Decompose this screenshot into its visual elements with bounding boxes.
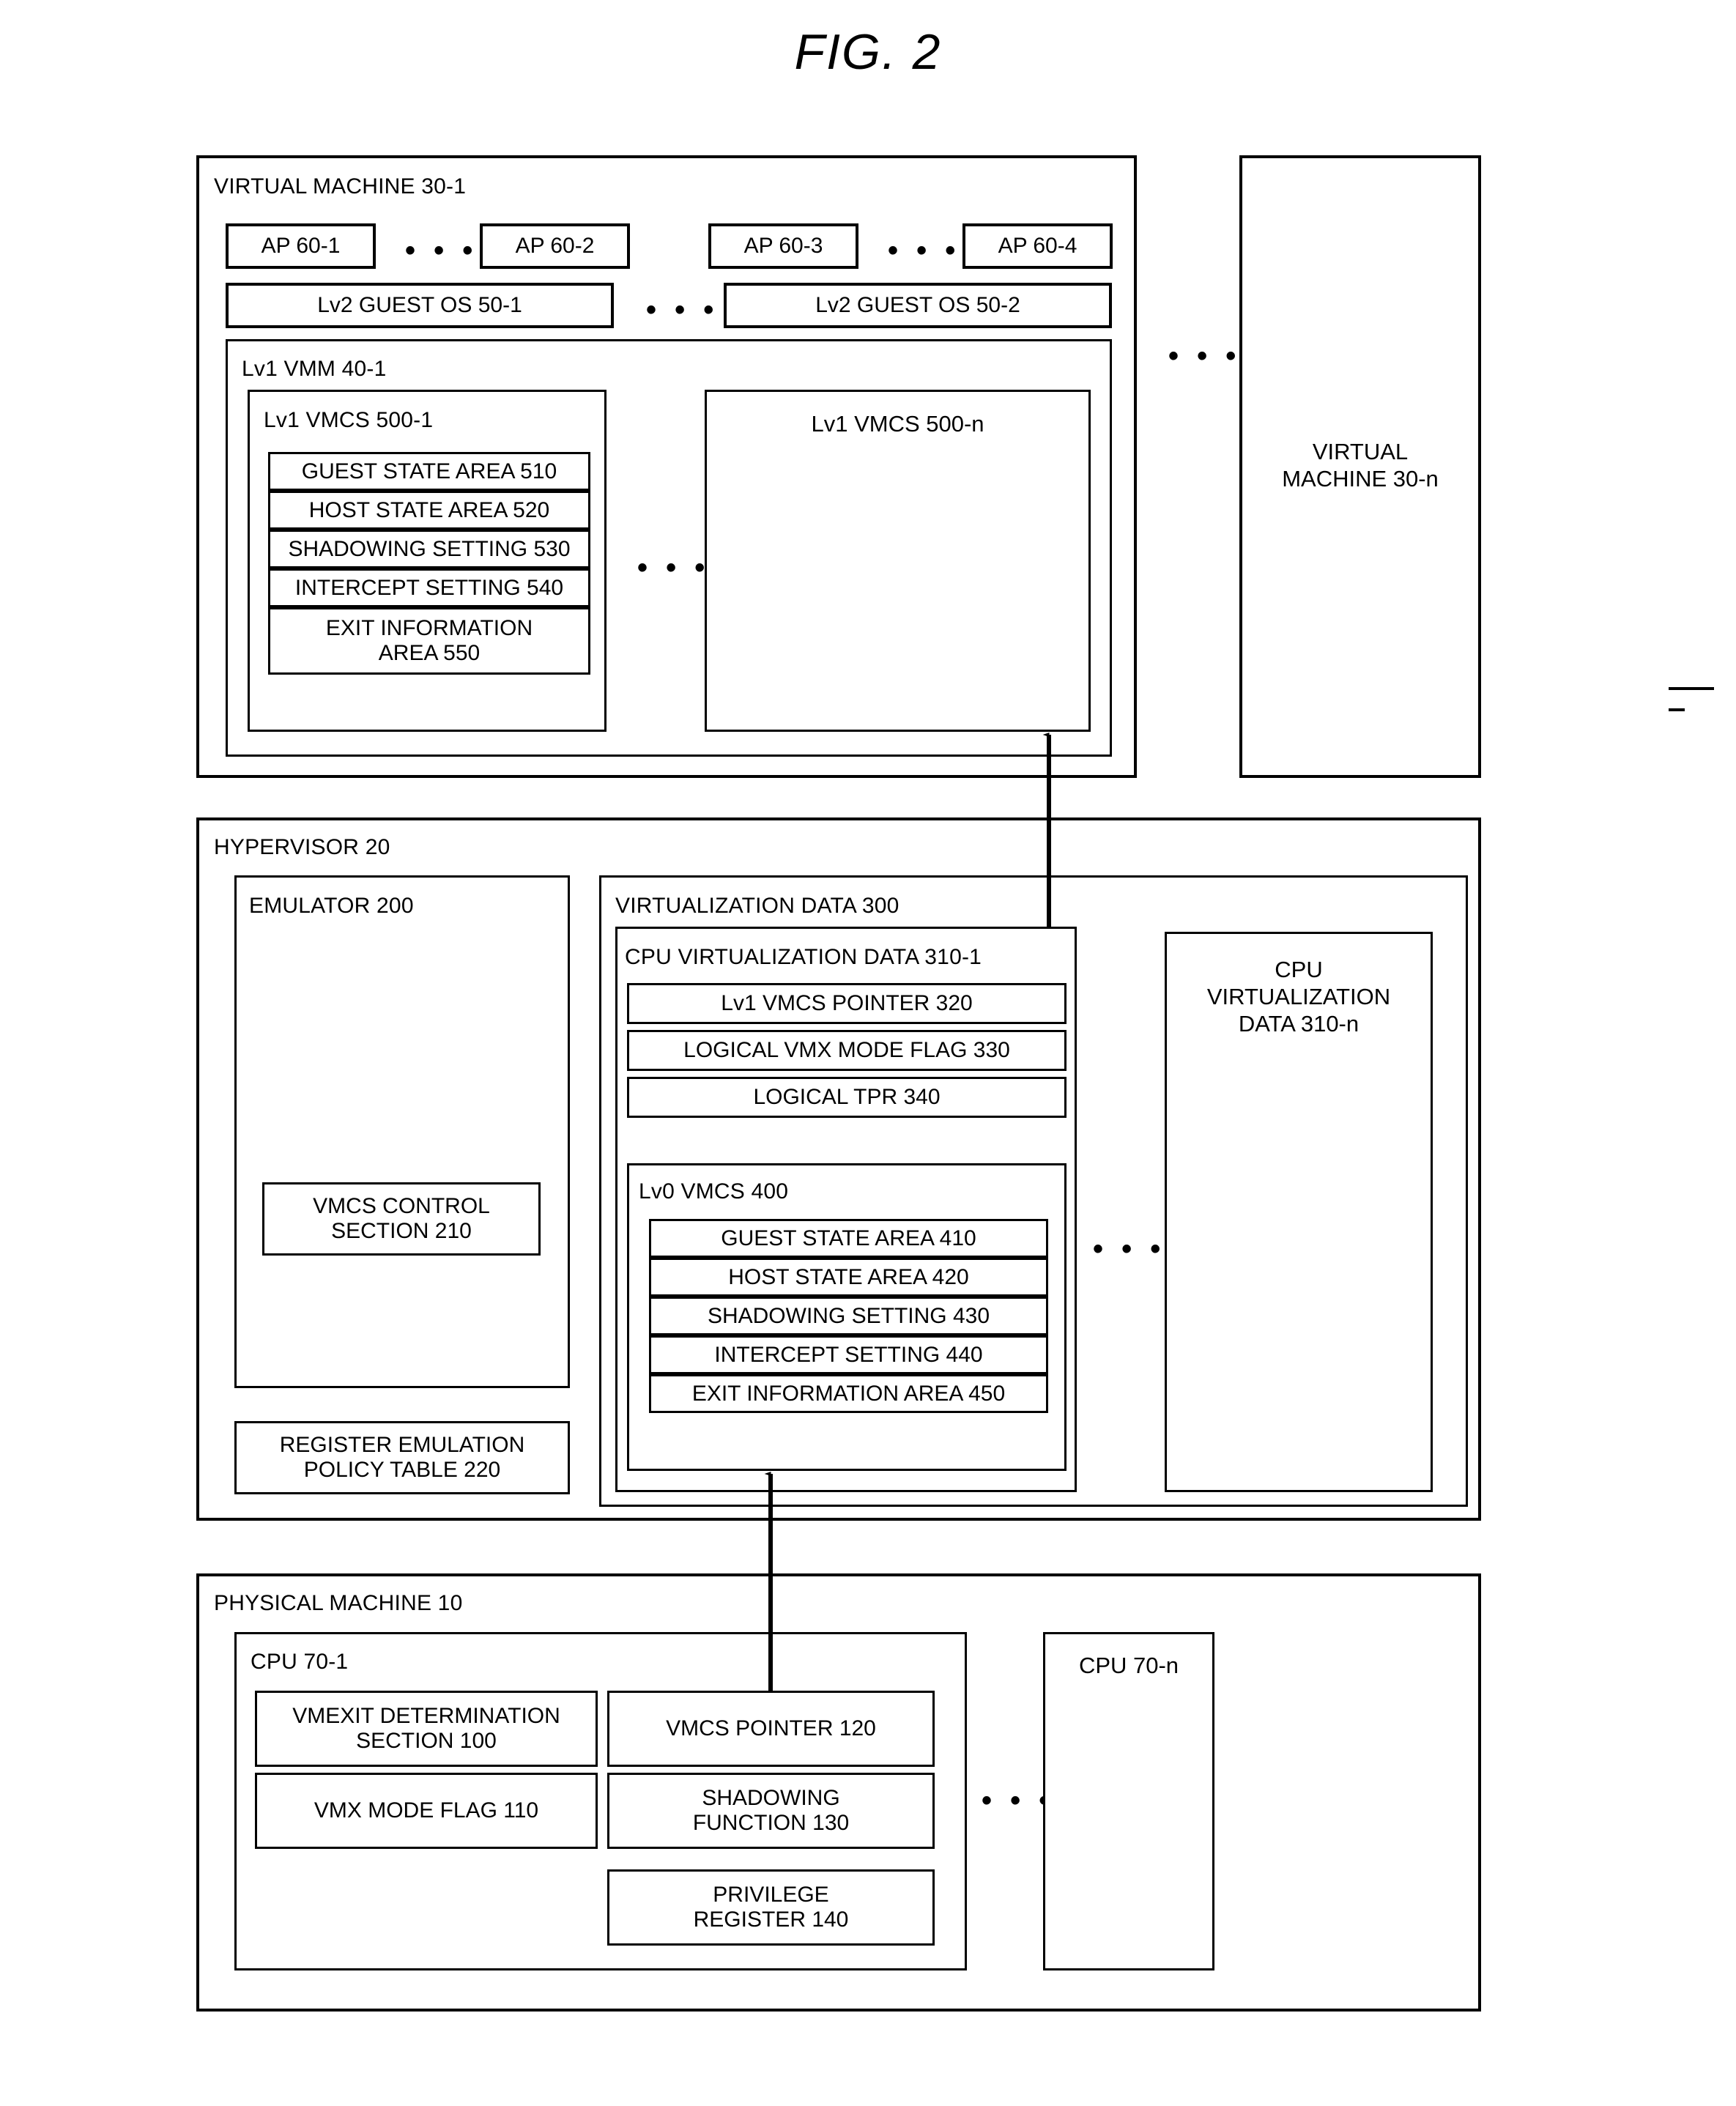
ap-60-2-box: AP 60-2	[480, 223, 630, 269]
cpu-70-1-label: CPU 70-1	[251, 1650, 349, 1674]
shadowing-function-130-box: SHADOWING FUNCTION 130	[607, 1773, 935, 1849]
logical-vmx-mode-flag-330-box: LOGICAL VMX MODE FLAG 330	[627, 1030, 1067, 1071]
logical-tpr-340-box: LOGICAL TPR 340	[627, 1077, 1067, 1118]
vmcs-pointer-120-box: VMCS POINTER 120	[607, 1691, 935, 1767]
ap-60-3-box: AP 60-3	[708, 223, 858, 269]
guest-os-row-ellipsis: • • •	[646, 294, 719, 326]
cpu-virtualization-data-ellipsis: • • •	[1093, 1233, 1166, 1265]
lv1-vmcs-ellipsis: • • •	[637, 552, 711, 584]
host-state-area-420-box: HOST STATE AREA 420	[649, 1258, 1048, 1297]
intercept-setting-540-box: INTERCEPT SETTING 540	[268, 568, 590, 607]
guest-state-area-410-box: GUEST STATE AREA 410	[649, 1219, 1048, 1258]
app-row-ellipsis-1: • • •	[405, 234, 478, 267]
cpu-70-n-label: CPU 70-n	[1078, 1653, 1179, 1678]
app-row-ellipsis-2: • • •	[888, 234, 961, 267]
virtualization-data-300-label: VIRTUALIZATION DATA 300	[615, 894, 899, 918]
emulator-container	[234, 875, 570, 1388]
guest-state-area-510-box: GUEST STATE AREA 510	[268, 452, 590, 491]
register-emulation-policy-table-220-box: REGISTER EMULATION POLICY TABLE 220	[234, 1421, 570, 1494]
lv1-vmcs-500-1-label: Lv1 VMCS 500-1	[264, 408, 434, 432]
exit-information-area-450-box: EXIT INFORMATION AREA 450	[649, 1374, 1048, 1413]
virtual-machine-30-n-label: VIRTUAL MACHINE 30-n	[1282, 439, 1439, 492]
figure-title: FIG. 2	[794, 24, 942, 80]
host-state-area-520-box: HOST STATE AREA 520	[268, 491, 590, 530]
exit-information-area-550-box: EXIT INFORMATION AREA 550	[268, 607, 590, 675]
vmx-mode-flag-110-box: VMX MODE FLAG 110	[255, 1773, 598, 1849]
page-edge-tick-short	[1669, 708, 1685, 711]
page-edge-tick-long	[1669, 687, 1714, 690]
shadowing-setting-530-box: SHADOWING SETTING 530	[268, 530, 590, 568]
virtual-machine-row-ellipsis: • • •	[1168, 340, 1242, 372]
lv1-vmcs-500-n-label: Lv1 VMCS 500-n	[811, 411, 984, 437]
vmcs-control-section-210-box: VMCS CONTROL SECTION 210	[262, 1182, 541, 1256]
ap-60-4-box: AP 60-4	[962, 223, 1113, 269]
intercept-setting-440-box: INTERCEPT SETTING 440	[649, 1335, 1048, 1374]
lv1-vmcs-500-n-container	[705, 390, 1091, 732]
physical-machine-label: PHYSICAL MACHINE 10	[214, 1591, 463, 1615]
lv2-guest-os-50-1-box: Lv2 GUEST OS 50-1	[226, 283, 614, 328]
lv1-vmm-40-1-label: Lv1 VMM 40-1	[242, 357, 387, 381]
emulator-label: EMULATOR 200	[249, 894, 414, 918]
ap-60-1-box: AP 60-1	[226, 223, 376, 269]
privilege-register-140-box: PRIVILEGE REGISTER 140	[607, 1869, 935, 1946]
vmexit-determination-section-100-box: VMEXIT DETERMINATION SECTION 100	[255, 1691, 598, 1767]
lv2-guest-os-50-2-box: Lv2 GUEST OS 50-2	[724, 283, 1112, 328]
virtual-machine-30-1-label: VIRTUAL MACHINE 30-1	[214, 174, 467, 199]
cpu-virtualization-data-310-n-label: CPU VIRTUALIZATION DATA 310-n	[1206, 957, 1391, 1037]
lv1-vmcs-pointer-320-box: Lv1 VMCS POINTER 320	[627, 983, 1067, 1024]
shadowing-setting-430-box: SHADOWING SETTING 430	[649, 1297, 1048, 1335]
cpu-70-n-container	[1043, 1632, 1214, 1970]
hypervisor-label: HYPERVISOR 20	[214, 835, 390, 859]
cpu-virtualization-data-310-1-label: CPU VIRTUALIZATION DATA 310-1	[625, 945, 982, 969]
lv0-vmcs-400-label: Lv0 VMCS 400	[639, 1179, 789, 1204]
